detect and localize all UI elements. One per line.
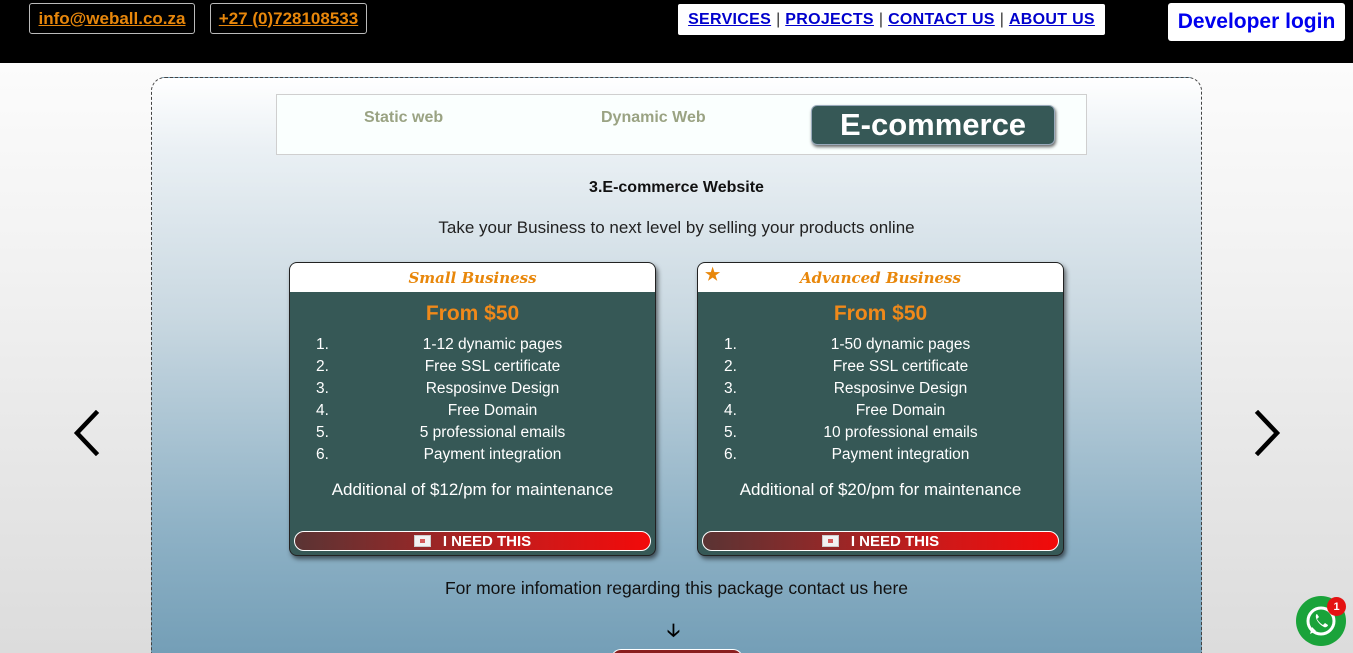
package-tabs: Static web Dynamic Web E-commerce — [276, 94, 1087, 155]
star-icon: ★ — [705, 265, 721, 285]
nav-separator: | — [776, 10, 781, 28]
list-item: 5. 5 professional emails — [316, 424, 566, 441]
button-label: I NEED THIS — [442, 532, 532, 550]
pricing-panel: Static web Dynamic Web E-commerce 3.E-co… — [151, 77, 1202, 653]
i-need-this-button[interactable]: I NEED THIS — [702, 531, 1059, 551]
main-nav: SERVICES | PROJECTS | CONTACT US | ABOUT… — [678, 4, 1105, 35]
i-need-this-button[interactable]: I NEED THIS — [294, 531, 651, 551]
card-title: ★ Advanced Business — [698, 263, 1063, 292]
card-title-text: Advanced Business — [800, 268, 961, 287]
feature-list: 1. 1-50 dynamic pages 2. Free SSL certific… — [698, 334, 1063, 466]
maintenance-note: Additional of $12/pm for maintenance — [331, 480, 614, 499]
section-title: 3.E-commerce Website — [589, 179, 764, 196]
button-label: I NEED THIS — [850, 532, 940, 550]
nav-separator: | — [999, 10, 1004, 28]
phone-link[interactable]: +27 (0)728108533 — [210, 3, 367, 34]
list-item: 2. Free SSL certificate — [316, 358, 561, 375]
list-item: 1. 1-50 dynamic pages — [724, 336, 971, 353]
card-price: From $50 — [833, 302, 928, 325]
list-item: 4. Free Domain — [316, 402, 538, 419]
list-item: 6. Payment integration — [724, 446, 970, 463]
email-link[interactable]: info@weball.co.za — [29, 3, 195, 34]
more-info-text: For more infomation regarding this packa… — [444, 578, 909, 598]
list-item: 6. Payment integration — [316, 446, 562, 463]
list-item: 2. Free SSL certificate — [724, 358, 969, 375]
chevron-right-icon[interactable] — [1252, 410, 1282, 456]
pricing-card-advanced-business: ★ Advanced Business From $50 1. 1-50 dyna… — [697, 262, 1064, 556]
pricing-card-small-business: Small Business From $50 1. 1-12 dynamic p… — [289, 262, 656, 556]
card-title-text: Small Business — [408, 268, 537, 287]
list-item: 1. 1-12 dynamic pages — [316, 336, 563, 353]
nav-services-link[interactable]: SERVICES — [688, 11, 771, 29]
tab-static-web[interactable]: Static web — [364, 109, 443, 127]
chevron-left-icon[interactable] — [72, 410, 102, 456]
top-bar: info@weball.co.za +27 (0)728108533 SERVI… — [0, 0, 1353, 63]
tab-ecommerce[interactable]: E-commerce — [811, 105, 1055, 145]
list-item: 5. 10 professional emails — [724, 424, 978, 441]
mail-icon — [821, 535, 839, 547]
card-price: From $50 — [425, 302, 520, 325]
nav-separator: | — [878, 10, 884, 28]
section-subtitle: Take your Business to next level by sell… — [438, 218, 915, 237]
mail-icon — [413, 535, 431, 547]
list-item: 4. Free Domain — [724, 402, 946, 419]
notification-badge: 1 — [1327, 597, 1346, 616]
nav-about-link[interactable]: ABOUT US — [1009, 11, 1095, 29]
arrow-down-icon: 🡣 — [667, 620, 680, 640]
maintenance-note: Additional of $20/pm for maintenance — [739, 480, 1022, 499]
tab-dynamic-web[interactable]: Dynamic Web — [601, 109, 706, 127]
feature-list: 1. 1-12 dynamic pages 2. Free SSL certific… — [290, 334, 655, 466]
developer-login-button[interactable]: Developer login — [1168, 3, 1345, 41]
nav-projects-link[interactable]: PROJECTS — [785, 11, 874, 29]
card-title: Small Business — [290, 263, 655, 292]
list-item: 3. Resposinve Design — [724, 380, 968, 397]
contact-here-button[interactable] — [611, 649, 743, 653]
list-item: 3. Resposinve Design — [316, 380, 560, 397]
nav-contact-link[interactable]: CONTACT US — [888, 11, 995, 29]
